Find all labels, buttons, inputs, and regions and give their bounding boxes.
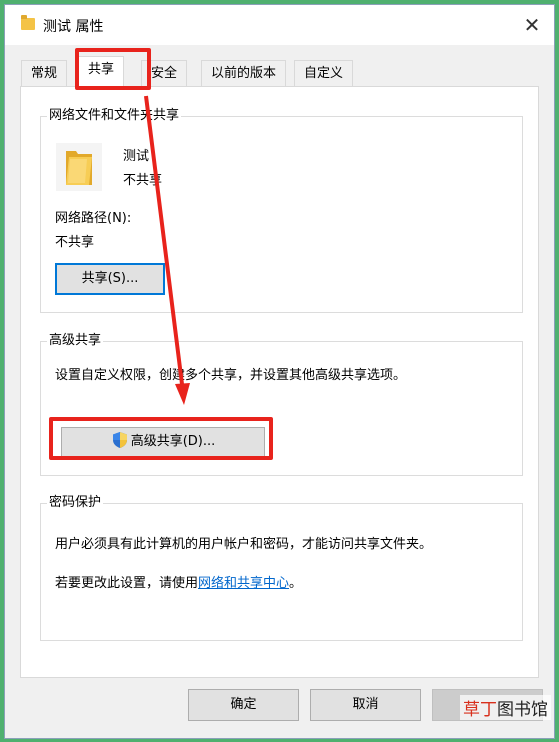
tab-customize[interactable]: 自定义 — [294, 60, 354, 86]
share-button[interactable]: 共享(S)... — [55, 263, 165, 295]
tab-sharing[interactable]: 共享 — [78, 56, 125, 87]
network-sharing-group: 网络文件和文件夹共享 测试 不共享 网络路径(N): 不共享 共享(S)... — [40, 107, 523, 313]
network-sharing-legend: 网络文件和文件夹共享 — [47, 107, 182, 125]
share-status: 不共享 — [123, 173, 163, 188]
title-bar: 测试 属性 ✕ — [5, 5, 554, 45]
uac-shield-icon — [112, 432, 127, 448]
password-protection-legend: 密码保护 — [47, 494, 104, 512]
tab-general[interactable]: 常规 — [21, 60, 68, 86]
advanced-sharing-button[interactable]: 高级共享(D)... — [61, 427, 265, 457]
change-setting-prefix: 若要更改此设置，请使用 — [55, 576, 199, 591]
network-sharing-center-link[interactable]: 网络和共享中心 — [198, 576, 289, 591]
properties-dialog: 测试 属性 ✕ 常规 共享 安全 以前的版本 自定义 网络文件和文件夹共享 测试… — [4, 4, 555, 739]
advanced-sharing-description: 设置自定义权限，创建多个共享，并设置其他高级共享选项。 — [55, 368, 407, 383]
advanced-sharing-legend: 高级共享 — [47, 332, 104, 350]
folder-icon — [21, 15, 35, 30]
network-path-value: 不共享 — [55, 235, 95, 250]
close-button[interactable]: ✕ — [520, 13, 544, 37]
password-description: 用户必须具有此计算机的用户帐户和密码，才能访问共享文件夹。 — [55, 537, 433, 552]
change-setting-suffix: 。 — [289, 576, 303, 591]
change-setting-text: 若要更改此设置，请使用网络和共享中心。 — [55, 572, 302, 591]
watermark-part1: 草丁 — [463, 700, 497, 720]
advanced-sharing-group: 高级共享 设置自定义权限，创建多个共享，并设置其他高级共享选项。 高级共享(D)… — [40, 332, 523, 476]
watermark: 草丁图书馆 — [460, 695, 551, 720]
folder-name: 测试 — [123, 149, 150, 164]
tab-security[interactable]: 安全 — [141, 60, 188, 86]
window-title: 测试 属性 — [43, 19, 104, 35]
cancel-button[interactable]: 取消 — [310, 689, 421, 721]
network-path-label: 网络路径(N): — [55, 211, 132, 226]
password-protection-group: 密码保护 用户必须具有此计算机的用户帐户和密码，才能访问共享文件夹。 若要更改此… — [40, 494, 523, 641]
advanced-sharing-button-label: 高级共享(D)... — [130, 434, 216, 449]
tab-previous-versions[interactable]: 以前的版本 — [201, 60, 287, 86]
ok-button[interactable]: 确定 — [188, 689, 299, 721]
sharing-tab-panel: 网络文件和文件夹共享 测试 不共享 网络路径(N): 不共享 共享(S)... … — [20, 86, 539, 678]
shared-folder-icon — [56, 143, 102, 191]
watermark-part2: 图书馆 — [497, 700, 548, 720]
